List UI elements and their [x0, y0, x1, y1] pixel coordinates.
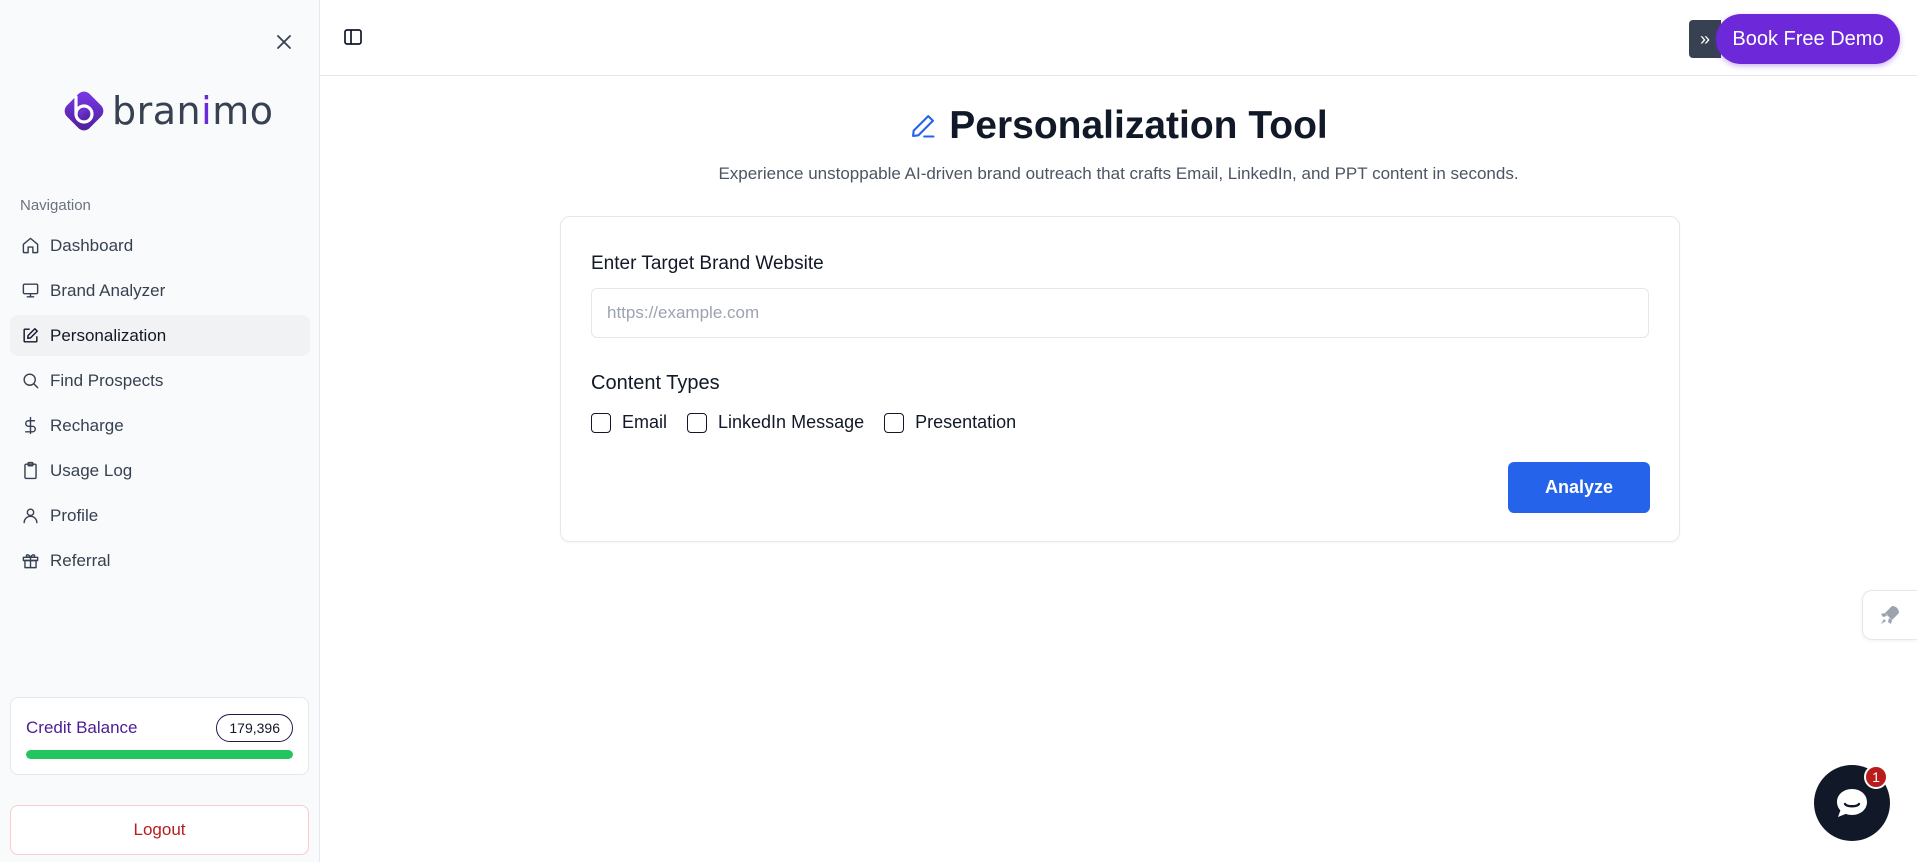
- sidebar-item-personalization[interactable]: Personalization: [10, 315, 310, 356]
- rocket-launcher-button[interactable]: [1862, 590, 1917, 640]
- rocket-icon: [1881, 606, 1899, 624]
- sidebar: branimo Navigation Dashboard Brand Analy…: [0, 0, 320, 862]
- analyze-button[interactable]: Analyze: [1508, 462, 1650, 513]
- presentation-checkbox[interactable]: [884, 412, 905, 433]
- dollar-icon: [20, 416, 40, 436]
- content-types-options: Email LinkedIn Message Presentation: [591, 412, 1036, 433]
- sidebar-item-usage-log[interactable]: Usage Log: [10, 450, 310, 491]
- sidebar-item-label: Profile: [50, 505, 99, 525]
- sidebar-item-find-prospects[interactable]: Find Prospects: [10, 360, 310, 401]
- email-checkbox[interactable]: [591, 412, 611, 433]
- nav-heading: Navigation: [20, 197, 91, 214]
- content-type-label: Email: [622, 412, 668, 432]
- gift-icon: [20, 551, 40, 571]
- sidebar-item-label: Referral: [50, 550, 111, 570]
- clipboard-icon: [20, 461, 40, 481]
- brand-logo[interactable]: branimo: [60, 86, 273, 136]
- sidebar-item-label: Usage Log: [50, 460, 133, 480]
- sidebar-item-label: Recharge: [50, 415, 124, 435]
- credit-progress-bar: [26, 750, 293, 759]
- book-free-demo-button[interactable]: Book Free Demo: [1716, 14, 1900, 64]
- content-type-label: LinkedIn Message: [718, 412, 865, 432]
- sidebar-item-referral[interactable]: Referral: [10, 540, 310, 581]
- sidebar-item-brand-analyzer[interactable]: Brand Analyzer: [10, 270, 310, 311]
- linkedin-checkbox[interactable]: [687, 412, 708, 433]
- close-sidebar-button[interactable]: [270, 28, 298, 56]
- sidebar-item-profile[interactable]: Profile: [10, 495, 310, 536]
- page-title: Personalization Tool: [949, 104, 1328, 147]
- content-type-linkedin[interactable]: LinkedIn Message: [687, 412, 864, 433]
- page-header: Personalization Tool: [320, 104, 1917, 148]
- pencil-icon: [912, 115, 935, 138]
- brand-wordmark: branimo: [112, 89, 274, 133]
- sidebar-item-label: Personalization: [50, 325, 167, 345]
- chat-bubble-icon: [1837, 789, 1867, 817]
- content-type-presentation[interactable]: Presentation: [884, 412, 1016, 433]
- chat-notification-badge: 1: [1864, 765, 1888, 789]
- monitor-icon: [20, 281, 40, 301]
- sidebar-item-recharge[interactable]: Recharge: [10, 405, 310, 446]
- sidebar-item-dashboard[interactable]: Dashboard: [10, 225, 310, 266]
- top-bar: » Book Free Demo: [320, 0, 1917, 76]
- home-icon: [20, 236, 40, 256]
- logout-button[interactable]: Logout: [10, 805, 309, 855]
- personalization-form: Enter Target Brand Website Content Types…: [560, 216, 1680, 542]
- user-icon: [20, 506, 40, 526]
- sidebar-panel-icon: [344, 29, 362, 45]
- page-subtitle: Experience unstoppable AI-driven brand o…: [718, 164, 1519, 183]
- website-input[interactable]: [591, 288, 1649, 338]
- credit-balance-badge: 179,396: [216, 714, 293, 742]
- search-icon: [20, 371, 40, 391]
- sidebar-item-label: Dashboard: [50, 235, 134, 255]
- content-type-email[interactable]: Email: [591, 412, 667, 433]
- credit-balance-card: Credit Balance 179,396: [10, 697, 309, 775]
- logo-mark-icon: [64, 91, 104, 131]
- credit-progress-fill: [26, 750, 293, 759]
- close-icon: [277, 35, 291, 49]
- content-type-label: Presentation: [915, 412, 1017, 432]
- content-types-label: Content Types: [591, 372, 720, 394]
- toggle-sidebar-button[interactable]: [340, 24, 366, 50]
- nav-list: Dashboard Brand Analyzer Personalization…: [10, 225, 310, 585]
- website-field-label: Enter Target Brand Website: [591, 253, 824, 274]
- edit-icon: [20, 326, 40, 346]
- sidebar-item-label: Brand Analyzer: [50, 280, 166, 300]
- credit-balance-label: Credit Balance: [26, 718, 138, 737]
- sidebar-item-label: Find Prospects: [50, 370, 164, 390]
